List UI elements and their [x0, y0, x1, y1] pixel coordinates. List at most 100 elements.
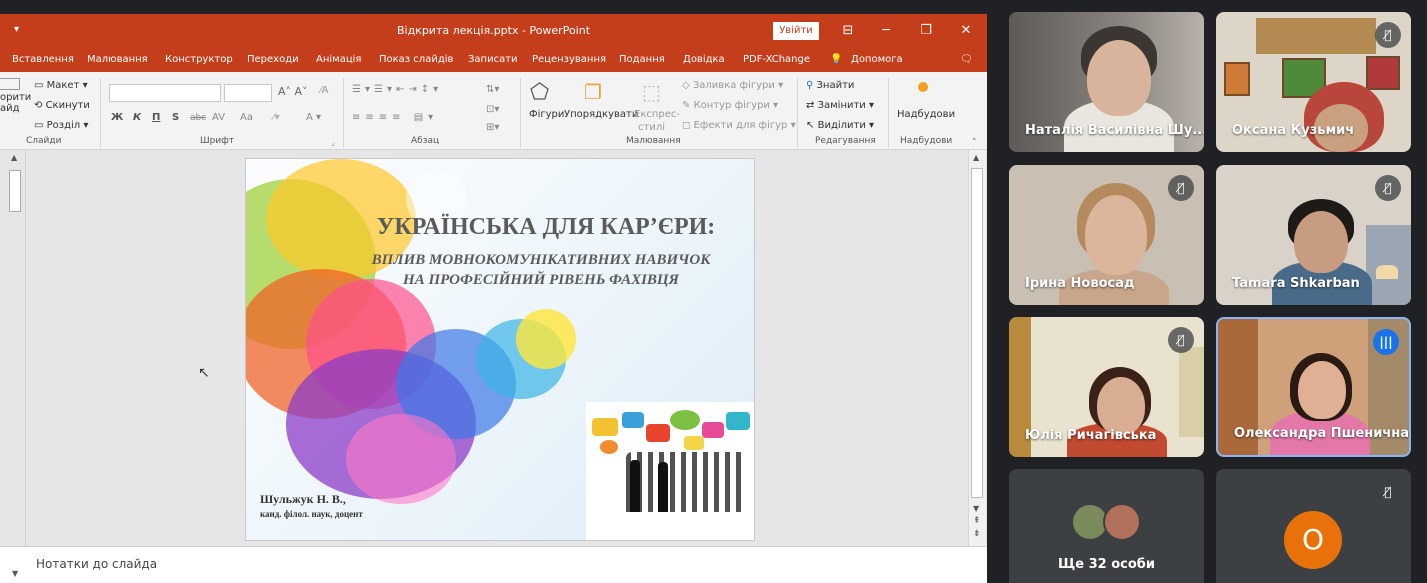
participant-name: Олександра Пшенична: [1234, 426, 1410, 441]
dialog-launcher-icon[interactable]: ⌟: [331, 138, 335, 147]
minimize-icon[interactable]: ─: [876, 21, 896, 41]
font-grow-icon[interactable]: A˄ A˅: [278, 85, 308, 98]
separator: [100, 78, 101, 148]
arrange-icon[interactable]: ❐: [584, 80, 602, 104]
group-label-slides: Слайди: [26, 136, 62, 146]
tab-slideshow[interactable]: Показ слайдів: [379, 54, 453, 65]
underline-button[interactable]: П: [152, 112, 160, 123]
highlight-icon[interactable]: ⁄▾: [273, 112, 280, 123]
tab-help[interactable]: Довідка: [683, 54, 725, 65]
ribbon-display-icon[interactable]: ⊟: [838, 21, 858, 41]
door: [1179, 347, 1204, 437]
participant-tile[interactable]: 🎙̸ Юлія Ричагівська: [1009, 317, 1204, 457]
participant-tile[interactable]: 🎙̸ Tamara Shkarban: [1216, 165, 1411, 305]
wall-picture: [1366, 56, 1400, 90]
select-label: Виділити: [817, 120, 866, 131]
scroll-down-icon[interactable]: ▼: [12, 569, 18, 578]
slide-canvas[interactable]: УКРАЇНСЬКА ДЛЯ КАР’ЄРИ: ВПЛИВ МОВНОКОМУН…: [245, 158, 755, 541]
align-text-icon[interactable]: ⊡▾: [486, 104, 499, 115]
title-bar: ▾ Відкрита лекція.pptx - PowerPoint Увій…: [0, 14, 987, 48]
font-color-icon[interactable]: A ▾: [306, 112, 321, 123]
tab-record[interactable]: Записати: [468, 54, 518, 65]
separator: [343, 78, 344, 148]
person-silhouette: [658, 462, 668, 512]
new-slide-button[interactable]: орити айд: [0, 92, 31, 114]
participant-tile[interactable]: О 🎙̸: [1216, 469, 1411, 583]
addins-icon[interactable]: [918, 82, 928, 92]
tab-draw[interactable]: Малювання: [87, 54, 148, 65]
tab-help-search[interactable]: Допомога: [851, 54, 903, 65]
bold-button[interactable]: Ж: [111, 112, 123, 123]
bullets-icon[interactable]: ☰▾☰▾⇤⇥↕▾: [352, 84, 442, 95]
find-button[interactable]: ⚲ Знайти: [806, 80, 854, 91]
clear-format-icon[interactable]: ⁄A: [320, 85, 329, 96]
smartart-icon[interactable]: ⊞▾: [486, 122, 499, 133]
vertical-scrollbar[interactable]: ▲ ▼ ⇞ ⇟: [968, 150, 986, 546]
scroll-thumb[interactable]: [971, 168, 983, 498]
group-label-paragraph: Абзац: [411, 136, 440, 146]
shape-fill-button[interactable]: ◇ Заливка фігури ▾: [682, 80, 783, 91]
tab-pdfxchange[interactable]: PDF-XChange: [743, 54, 810, 65]
font-size-combo[interactable]: [224, 84, 272, 102]
replace-button[interactable]: ⇄ Замінити ▾: [806, 100, 874, 111]
char-spacing-button[interactable]: AV: [212, 112, 225, 123]
slide-degree[interactable]: канд. філол. наук, доцент: [260, 509, 363, 519]
tab-view[interactable]: Подання: [619, 54, 665, 65]
bubble: [670, 410, 700, 430]
slide-title[interactable]: УКРАЇНСЬКА ДЛЯ КАР’ЄРИ:: [346, 214, 746, 241]
strikethrough-button[interactable]: abc: [190, 113, 206, 123]
ribbon: орити айд ▭ Макет ▾ ⟲ Скинути ▭ Розділ ▾…: [0, 72, 987, 150]
prev-slide-icon[interactable]: ⇞: [973, 516, 981, 526]
tab-transitions[interactable]: Переходи: [247, 54, 299, 65]
slide-author[interactable]: Шульжук Н. В.,: [260, 492, 346, 507]
notes-pane[interactable]: Нотатки до слайда ▼: [0, 546, 987, 583]
participant-tile[interactable]: Наталія Василівна Шу...: [1009, 12, 1204, 152]
scroll-down-icon[interactable]: ▼: [973, 504, 979, 513]
tab-design[interactable]: Конструктор: [165, 54, 233, 65]
collapse-ribbon-icon[interactable]: ˄: [972, 138, 977, 148]
participant-tile-active[interactable]: ||| Олександра Пшенична: [1216, 317, 1411, 457]
participant-name: Юлія Ричагівська: [1025, 428, 1157, 443]
shapes-icon[interactable]: ⬠: [530, 80, 549, 105]
next-slide-icon[interactable]: ⇟: [973, 529, 981, 539]
tab-review[interactable]: Рецензування: [532, 54, 606, 65]
reset-label: Скинути: [45, 100, 90, 111]
arrange-button[interactable]: Упорядкувати: [564, 109, 638, 120]
text-direction-icon[interactable]: ⇅▾: [486, 84, 499, 95]
shadow-button[interactable]: S: [172, 112, 179, 123]
scroll-up-icon[interactable]: ▲: [11, 153, 17, 162]
participant-tile[interactable]: 🎙̸ Ірина Новосад: [1009, 165, 1204, 305]
quick-styles-label-a[interactable]: Експрес-: [634, 109, 680, 120]
italic-button[interactable]: К: [133, 112, 141, 123]
shape-effects-button[interactable]: ◻ Ефекти для фігур ▾: [682, 120, 796, 131]
more-participants-tile[interactable]: Ще 32 особи: [1009, 469, 1204, 583]
quick-styles-label-b[interactable]: стилі: [638, 122, 665, 133]
bubble: [684, 436, 704, 450]
slide-subtitle[interactable]: ВПЛИВ МОВНОКОМУНІКАТИВНИХ НАВИЧОК НА ПРО…: [346, 250, 736, 290]
avatar: [1103, 503, 1141, 541]
signin-button[interactable]: Увійти: [773, 22, 819, 40]
separator: [797, 78, 798, 148]
quick-styles-icon[interactable]: ⬚: [642, 80, 661, 104]
thumbnail-pane: ▲: [0, 150, 26, 546]
addins-button[interactable]: Надбудови: [897, 109, 955, 120]
shape-outline-button[interactable]: ✎ Контур фігури ▾: [682, 100, 778, 111]
tab-animations[interactable]: Анімація: [316, 54, 361, 65]
comments-icon[interactable]: 🗨: [960, 54, 973, 65]
select-button[interactable]: ↖ Виділити ▾: [806, 120, 874, 131]
close-icon[interactable]: ✕: [956, 21, 976, 41]
scroll-thumb[interactable]: [9, 170, 21, 212]
shapes-button[interactable]: Фігури: [529, 109, 564, 120]
tab-insert[interactable]: Вставлення: [12, 54, 74, 65]
participant-tile[interactable]: 🎙̸ Оксана Кузьмич: [1216, 12, 1411, 152]
restore-icon[interactable]: ❐: [916, 21, 936, 41]
scroll-up-icon[interactable]: ▲: [973, 153, 979, 162]
align-icons[interactable]: ≡≡≡≡ ▤▾: [352, 112, 438, 123]
lightbulb-icon[interactable]: 💡: [830, 54, 842, 65]
font-name-combo[interactable]: [109, 84, 221, 102]
layout-button[interactable]: ▭ Макет ▾: [34, 80, 88, 91]
change-case-button[interactable]: Aa: [240, 112, 253, 123]
section-button[interactable]: ▭ Розділ ▾: [34, 120, 88, 131]
more-participants-label: Ще 32 особи: [1058, 557, 1155, 572]
reset-button[interactable]: ⟲ Скинути: [34, 100, 90, 111]
